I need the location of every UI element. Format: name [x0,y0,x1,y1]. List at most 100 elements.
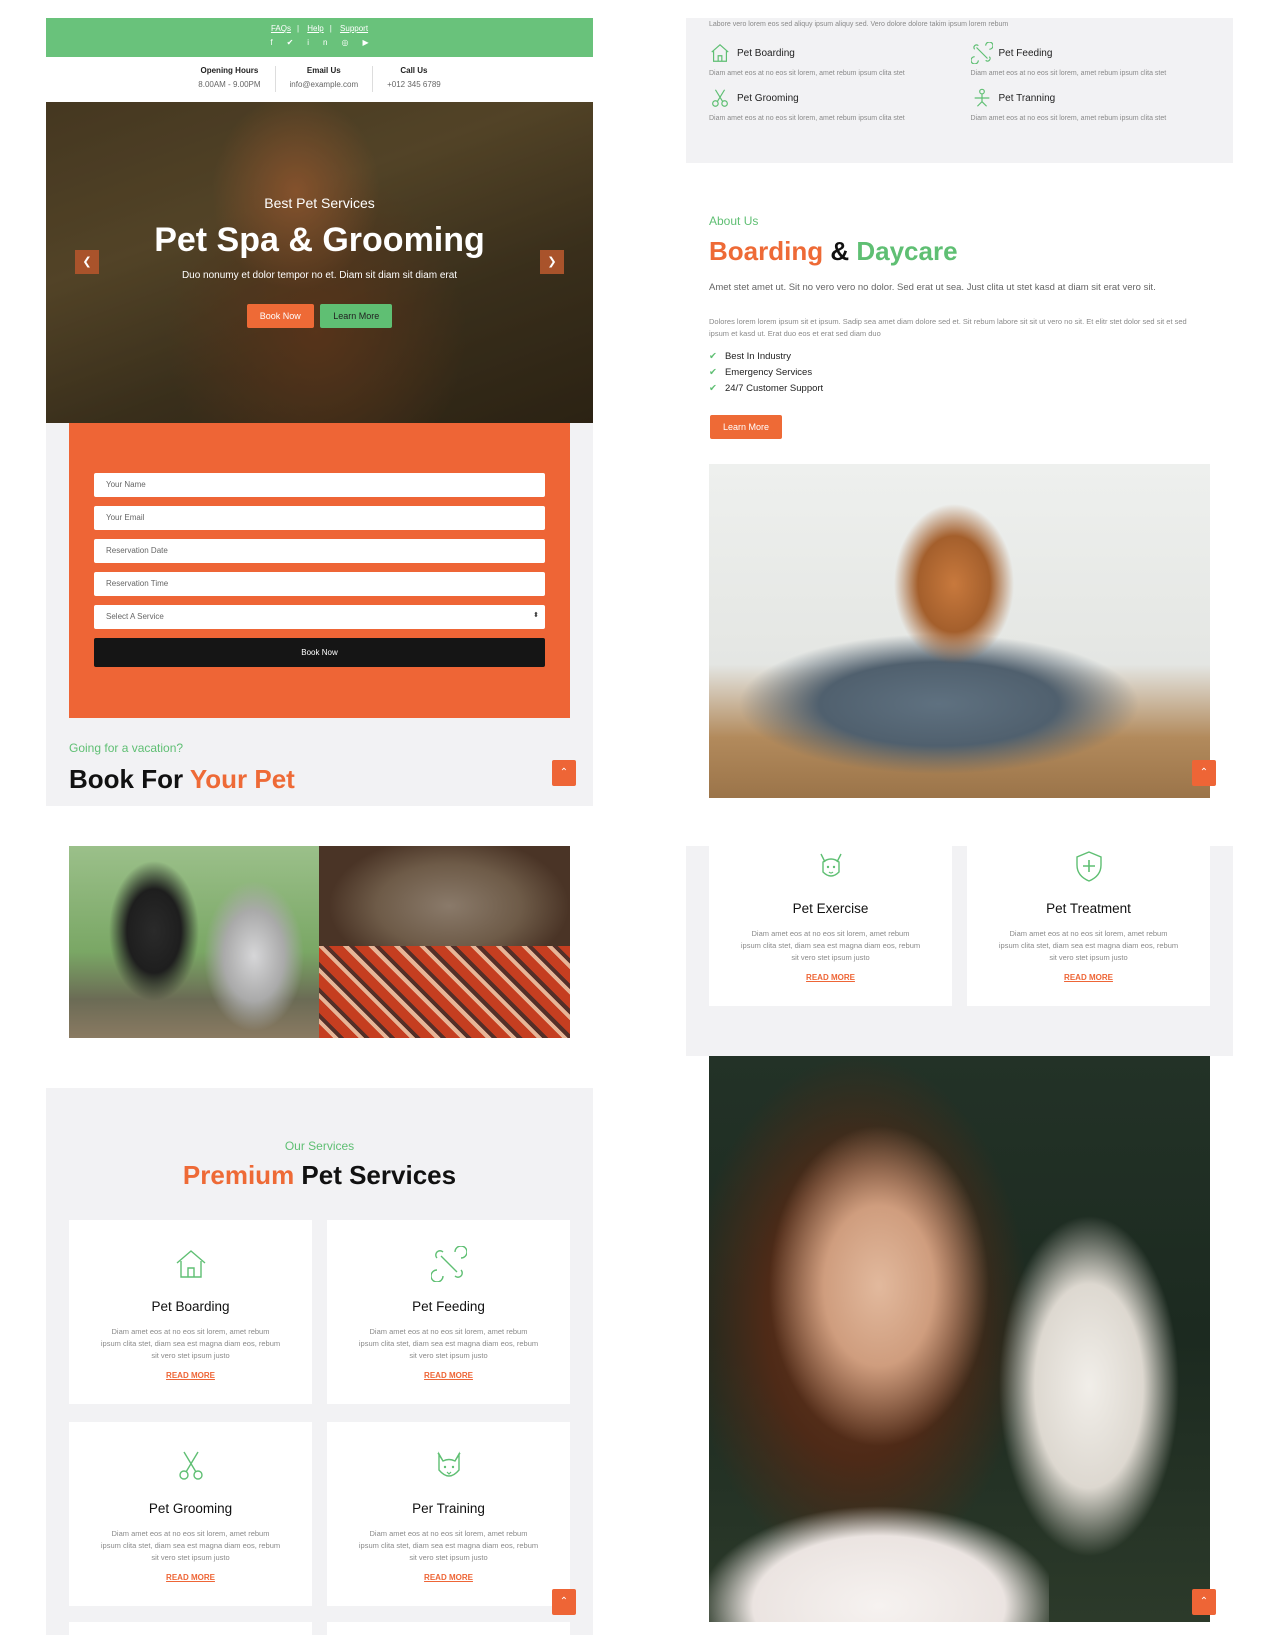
card-body: Diam amet eos at no eos sit lorem, amet … [998,929,1179,962]
book-now-button[interactable]: Book Now [246,304,314,328]
date-field[interactable]: Reservation Date [94,539,545,563]
services-title: Premium Pet Services [46,1160,593,1191]
dog-face-icon [819,853,842,877]
read-more-link[interactable]: READ MORE [709,973,952,982]
card-title: Per Training [412,1501,485,1516]
book-title: Book For Your Pet [69,764,295,795]
hero-buttons: Book Now Learn More [46,304,593,328]
contact-value: 8.00AM - 9.00PM [198,80,261,89]
read-more-link[interactable]: READ MORE [967,973,1210,982]
card-title: Pet Grooming [148,1501,233,1516]
contact-label: Opening Hours [200,66,259,75]
services-title-a: Premium [182,1160,295,1190]
top-bar: FAQs | Help | Support f✔in◎▶ [46,18,593,57]
about-lead: Amet stet amet ut. Sit no vero vero no d… [709,282,1156,293]
youtube-icon[interactable]: ▶ [363,38,383,47]
card-body: Diam amet eos at no eos sit lorem, amet … [358,1327,539,1360]
form-book-now-button[interactable]: Book Now [94,638,545,667]
scissors-icon [178,1451,203,1480]
card-title: Pet Boarding [151,1299,230,1314]
back-to-top-icon[interactable]: ⌃ [552,760,576,786]
strip-item: Pet Tranning Diam amet eos at no eos sit… [971,87,1211,122]
faqs-link[interactable]: FAQs [271,24,291,33]
card-body: Diam amet eos at no eos sit lorem, amet … [100,1529,281,1562]
time-field[interactable]: Reservation Time [94,572,545,596]
contact-label: Call Us [400,66,428,75]
twitter-icon[interactable]: ✔ [287,38,308,47]
contact-value[interactable]: info@example.com [290,80,359,89]
back-to-top-icon[interactable]: ⌃ [552,1589,576,1615]
read-more-link[interactable]: READ MORE [327,1371,570,1380]
back-to-top-icon[interactable]: ⌃ [1192,760,1216,786]
back-to-top-icon[interactable]: ⌃ [1192,1589,1216,1615]
check-icon: ✔ [709,351,717,362]
service-card-partial [69,1622,312,1635]
instagram-icon[interactable]: ◎ [342,38,363,47]
strip-item-title: Pet Feeding [998,47,1053,59]
social-icons: f✔in◎▶ [46,38,593,47]
woman-dress-area [709,1496,1049,1622]
check-icon: ✔ [709,367,717,378]
strip-item-body: Diam amet eos at no eos sit lorem, amet … [970,70,1167,77]
service-select-value: Select A Service [106,612,164,621]
book-title-b: Your Pet [189,764,295,794]
read-more-link[interactable]: READ MORE [327,1573,570,1582]
card-body: Diam amet eos at no eos sit lorem, amet … [358,1529,539,1562]
check-icon: ✔ [709,383,717,394]
strip-item-title: Pet Tranning [998,92,1056,104]
bone-icon [429,1245,468,1283]
service-card: Pet Feeding Diam amet eos at no eos sit … [327,1220,570,1404]
hero-title: Pet Spa & Grooming [154,221,485,259]
services-title-b: Pet Services [294,1160,457,1190]
check-item: ✔ Emergency Services [709,367,823,378]
read-more-link[interactable]: READ MORE [69,1573,312,1582]
kittens-photo-top [319,846,570,946]
email-field[interactable]: Your Email [94,506,545,530]
dogs-photo [69,846,319,1038]
service-card: Pet Grooming Diam amet eos at no eos sit… [69,1422,312,1606]
about-title-amp: & [823,236,857,266]
contact-value[interactable]: +012 345 6789 [387,80,441,89]
about-body: Dolores lorem lorem ipsum sit et ipsum. … [709,317,1187,338]
hero-subtitle: Best Pet Services [264,195,375,211]
hero-booking-panel: FAQs | Help | Support f✔in◎▶ Opening Hours… [46,18,593,806]
strip-item-body: Diam amet eos at no eos sit lorem, amet … [709,115,905,122]
card-title: Pet Exercise [792,901,869,916]
scissors-icon [712,89,728,107]
service-card: Pet Exercise Diam amet eos at no eos sit… [709,846,952,1006]
service-select[interactable]: Select A Service ⬍ [94,605,545,629]
call-us: Call Us +012 345 6789 [373,66,455,92]
carousel-prev-icon[interactable]: ❮ [75,250,99,274]
help-link[interactable]: Help [307,24,323,33]
service-cards-panel: Pet Exercise Diam amet eos at no eos sit… [686,846,1233,1056]
about-learn-more-button[interactable]: Learn More [710,415,783,439]
strip-item-title: Pet Grooming [737,92,799,104]
card-body: Diam amet eos at no eos sit lorem, amet … [100,1327,281,1360]
carousel-next-icon[interactable]: ❯ [540,250,564,274]
support-link[interactable]: Support [340,24,368,33]
name-field[interactable]: Your Name [94,473,545,497]
hero-carousel: Best Pet Services Pet Spa & Grooming Duo… [46,102,593,423]
linkedin-icon[interactable]: in [307,38,341,47]
card-body: Diam amet eos at no eos sit lorem, amet … [740,929,921,962]
services-subtitle: Our Services [284,1139,355,1153]
card-title: Pet Feeding [412,1299,485,1314]
check-label: 24/7 Customer Support [724,383,824,394]
photo-pair-panel [46,846,593,1044]
facebook-icon[interactable]: f [270,38,286,47]
check-label: Best In Industry [724,351,791,362]
house-icon [711,43,729,62]
email-us: Email Us info@example.com [276,66,374,92]
contact-label: Email Us [306,66,341,75]
service-card: Per Training Diam amet eos at no eos sit… [327,1422,570,1606]
strip-item: Pet Feeding Diam amet eos at no eos sit … [970,42,1211,77]
check-item: ✔ Best In Industry [709,351,823,362]
strip-item: Pet Grooming Diam amet eos at no eos sit… [709,87,949,122]
vacation-subtitle: Going for a vacation? [69,741,184,755]
about-subtitle: About Us [709,214,759,228]
learn-more-button[interactable]: Learn More [320,304,393,328]
read-more-link[interactable]: READ MORE [69,1371,312,1380]
check-label: Emergency Services [724,367,813,378]
shield-cross-icon [1075,851,1102,882]
contact-row: Opening Hours 8.00AM - 9.00PM Email Us i… [46,57,593,102]
